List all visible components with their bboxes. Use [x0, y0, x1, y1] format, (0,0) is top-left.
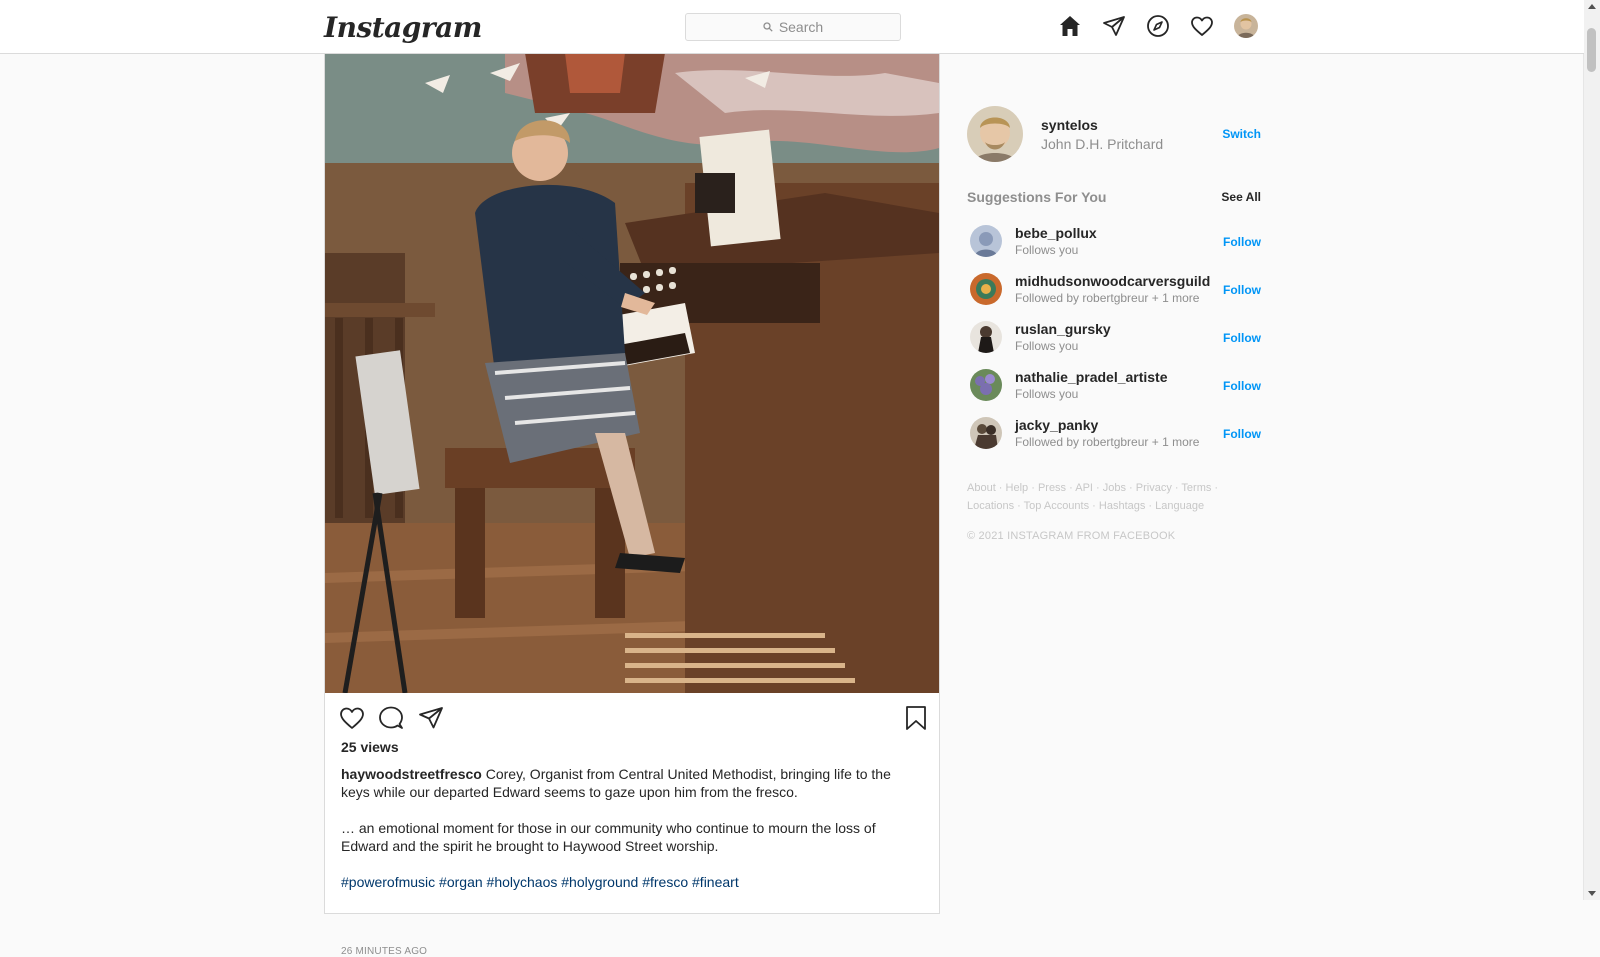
caption-text-second: … an emotional moment for those in our c… — [341, 820, 876, 854]
footer-link[interactable]: Terms — [1181, 482, 1211, 494]
suggestion-subtitle: Follows you — [1015, 339, 1079, 353]
view-count[interactable]: 25 views — [341, 739, 399, 755]
footer-link[interactable]: Help — [1006, 482, 1029, 494]
follow-button[interactable]: Follow — [1223, 379, 1261, 393]
footer-link[interactable]: Hashtags — [1099, 500, 1145, 512]
suggestion-username[interactable]: bebe_pollux — [1015, 225, 1097, 241]
current-full-name: John D.H. Pritchard — [1041, 136, 1164, 152]
search-box[interactable]: Search — [685, 13, 901, 41]
profile-avatar[interactable] — [1234, 14, 1258, 38]
suggestion-avatar[interactable] — [970, 321, 1002, 353]
share-icon[interactable] — [418, 705, 444, 731]
hashtag-link[interactable]: #organ — [439, 874, 483, 890]
suggestion-item: ruslan_gursky Follows you Follow — [967, 313, 1261, 361]
suggestion-avatar[interactable] — [970, 273, 1002, 305]
right-sidebar: syntelos John D.H. Pritchard Switch Sugg… — [967, 106, 1261, 542]
activity-heart-icon[interactable] — [1190, 14, 1214, 38]
suggestion-subtitle: Followed by robertgbreur + 1 more — [1015, 291, 1200, 305]
current-user: syntelos John D.H. Pritchard Switch — [967, 106, 1261, 162]
scroll-down-arrow-icon[interactable] — [1588, 891, 1596, 896]
suggestions-title: Suggestions For You — [967, 189, 1107, 205]
suggestion-username[interactable]: nathalie_pradel_artiste — [1015, 369, 1168, 385]
current-user-avatar[interactable] — [967, 106, 1023, 162]
suggestion-item: midhudsonwoodcarversguild Followed by ro… — [967, 265, 1261, 313]
search-placeholder: Search — [778, 19, 824, 35]
search-icon — [763, 22, 773, 32]
follow-button[interactable]: Follow — [1223, 331, 1261, 345]
suggestion-username[interactable]: jacky_panky — [1015, 417, 1098, 433]
organist-video-frame — [325, 53, 939, 693]
suggestion-item: bebe_pollux Follows you Follow — [967, 217, 1261, 265]
see-all-button[interactable]: See All — [1221, 190, 1261, 204]
footer-link[interactable]: Jobs — [1103, 482, 1126, 494]
hashtag-link[interactable]: #fresco — [642, 874, 688, 890]
switch-account-button[interactable]: Switch — [1222, 127, 1261, 141]
suggestion-avatar[interactable] — [970, 369, 1002, 401]
scrollbar-thumb[interactable] — [1587, 28, 1596, 72]
top-navigation-bar: Instagram Search — [0, 0, 1584, 54]
suggestion-subtitle: Follows you — [1015, 243, 1079, 257]
footer-link[interactable]: About — [967, 482, 996, 494]
follow-button[interactable]: Follow — [1223, 283, 1261, 297]
suggestion-subtitle: Followed by robertgbreur + 1 more — [1015, 435, 1200, 449]
footer-link[interactable]: API — [1075, 482, 1093, 494]
follow-button[interactable]: Follow — [1223, 235, 1261, 249]
footer-link[interactable]: Privacy — [1136, 482, 1172, 494]
post-video[interactable] — [325, 53, 939, 693]
nav-icons — [1058, 14, 1258, 38]
direct-messages-icon[interactable] — [1102, 14, 1126, 38]
hashtag-link[interactable]: #holychaos — [487, 874, 558, 890]
post-caption: haywoodstreetfresco Corey, Organist from… — [341, 765, 901, 909]
like-heart-icon[interactable] — [339, 705, 365, 731]
hashtag-link[interactable]: #fineart — [692, 874, 739, 890]
post-author-link[interactable]: haywoodstreetfresco — [341, 766, 482, 782]
follow-button[interactable]: Follow — [1223, 427, 1261, 441]
suggestion-avatar[interactable] — [970, 417, 1002, 449]
hashtag-link[interactable]: #holyground — [561, 874, 638, 890]
suggestions-list: bebe_pollux Follows you Follow midhudson… — [967, 217, 1261, 457]
home-icon[interactable] — [1058, 14, 1082, 38]
post-actions — [339, 703, 929, 733]
suggestion-item: nathalie_pradel_artiste Follows you Foll… — [967, 361, 1261, 409]
suggestion-username[interactable]: midhudsonwoodcarversguild — [1015, 273, 1210, 289]
suggestion-username[interactable]: ruslan_gursky — [1015, 321, 1111, 337]
suggestion-subtitle: Follows you — [1015, 387, 1079, 401]
post-card: 25 views haywoodstreetfresco Corey, Orga… — [324, 53, 940, 957]
suggestion-item: jacky_panky Followed by robertgbreur + 1… — [967, 409, 1261, 457]
post-timestamp[interactable]: 26 MINUTES AGO — [341, 946, 427, 957]
hashtags: #powerofmusic #organ #holychaos #holygro… — [341, 873, 901, 891]
suggestion-avatar[interactable] — [970, 225, 1002, 257]
comment-icon[interactable] — [378, 705, 404, 731]
page-scrollbar[interactable] — [1583, 0, 1600, 900]
scroll-up-arrow-icon[interactable] — [1588, 4, 1596, 9]
footer-links: About · Help · Press · API · Jobs · Priv… — [967, 482, 1219, 512]
copyright: © 2021 INSTAGRAM FROM FACEBOOK — [967, 530, 1176, 542]
hashtag-link[interactable]: #powerofmusic — [341, 874, 435, 890]
explore-icon[interactable] — [1146, 14, 1170, 38]
instagram-logo[interactable]: Instagram — [324, 11, 482, 44]
footer-link[interactable]: Locations — [967, 500, 1014, 512]
footer-link[interactable]: Press — [1038, 482, 1066, 494]
suggestions-header: Suggestions For You See All — [967, 187, 1261, 207]
footer-link[interactable]: Top Accounts — [1024, 500, 1089, 512]
current-username[interactable]: syntelos — [1041, 117, 1098, 133]
footer-link[interactable]: Language — [1155, 500, 1204, 512]
bookmark-icon[interactable] — [903, 705, 929, 731]
